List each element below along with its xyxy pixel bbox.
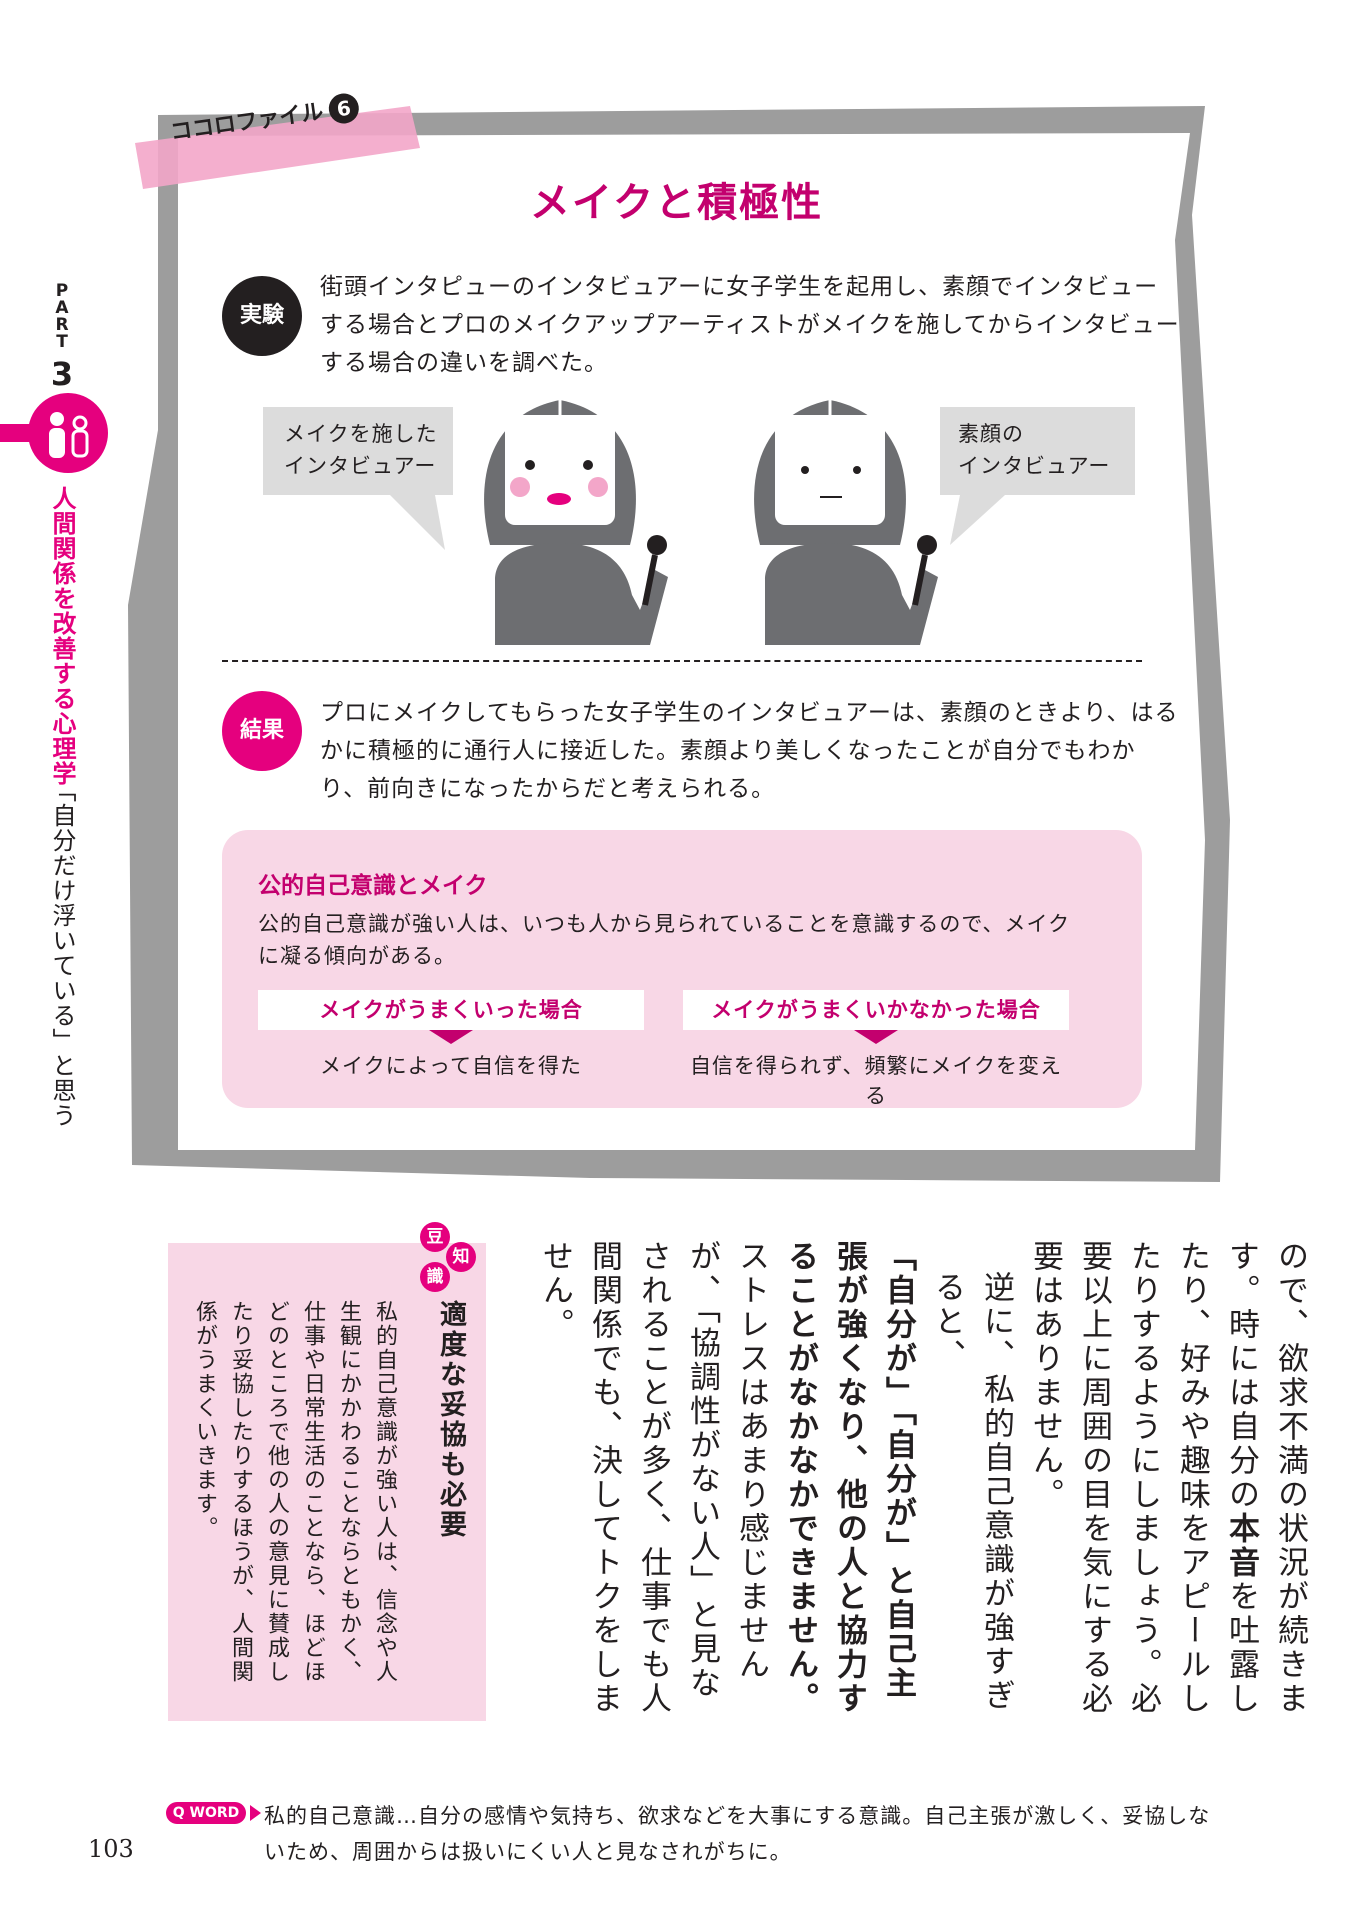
file-number: 6 xyxy=(326,91,361,126)
result-text: プロにメイクしてもらった女子学生のインタビュアーは、素顔のときより、はるかに積極… xyxy=(320,700,1179,802)
arrow-down-icon xyxy=(429,1030,473,1044)
info-title: 公的自己意識とメイク xyxy=(258,873,488,899)
experiment-text: 街頭インタピューのインタビュアーに女子学生を起用し、素顔でインタビューする場合と… xyxy=(320,274,1180,376)
case-success-label: メイクがうまくいった場合 xyxy=(258,990,644,1030)
info-text: 公的自己意識が強い人は、いつも人から見られていることを意識するので、メイクに凝る… xyxy=(258,912,1071,968)
arrow-right-icon xyxy=(250,1805,261,1821)
trivia-title: 適度な妥協も必要 xyxy=(435,1300,466,1540)
bubble-made-up: メイクを施した インタビュアー xyxy=(284,422,438,478)
case-success-result: メイクによって自信を得た xyxy=(320,1054,582,1078)
experiment-badge: 実験 xyxy=(222,276,302,356)
page-number: 103 xyxy=(88,1835,134,1863)
arrow-down-icon xyxy=(854,1030,898,1044)
result-badge: 結果 xyxy=(222,691,302,771)
case-fail-result: 自信を得られず、頻繁にメイクを変える xyxy=(689,1054,1063,1108)
case-fail-label: メイクがうまくいかなかった場合 xyxy=(683,990,1069,1030)
word-definition: 私的自己意識…自分の感情や気持ち、欲求などを大事にする意識。自己主張が激しく、妥… xyxy=(264,1804,1211,1864)
word-badge: Q WORD xyxy=(166,1802,246,1824)
body-text: ので、欲求不満の状況が続きます。時には自分の本音を吐露したり、好みや趣味をアピー… xyxy=(537,1240,1308,1716)
trivia-text: 私的自己意識が強い人は、信念や人生観にかかわることならともかく、仕事や日常生活の… xyxy=(192,1300,397,1684)
divider xyxy=(222,660,1142,662)
page-title: メイクと積極性 xyxy=(529,180,824,226)
bubble-no-makeup: 素顔の インタビュアー xyxy=(958,422,1111,478)
